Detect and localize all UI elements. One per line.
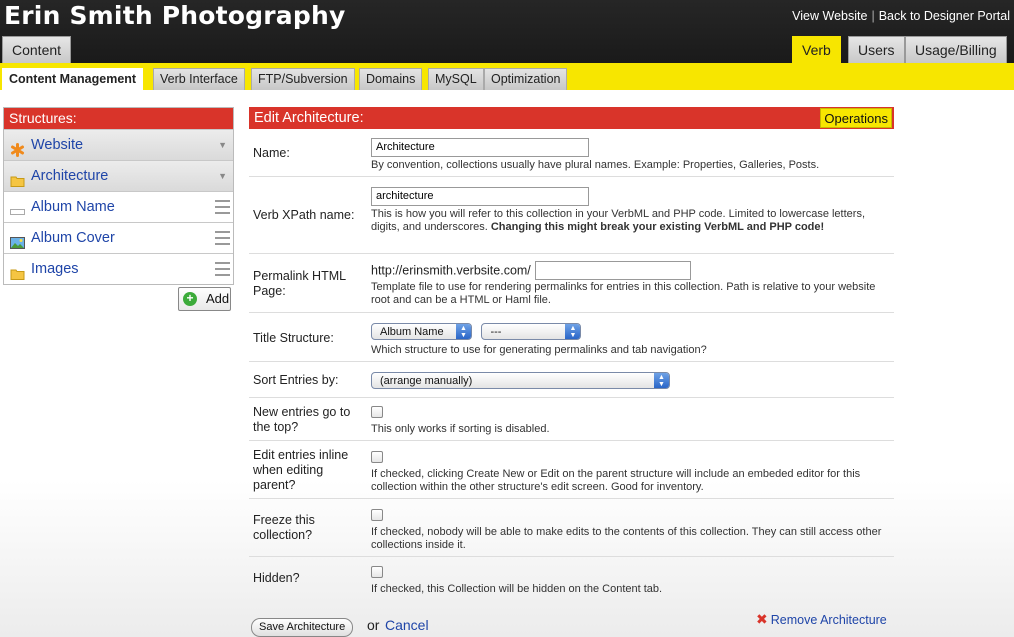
close-icon: ✖ <box>756 611 768 627</box>
save-button[interactable]: Save Architecture <box>251 618 354 637</box>
form-row-permalink: Permalink HTML Page: http://erinsmith.ve… <box>249 255 894 313</box>
link-separator: | <box>871 9 875 23</box>
form-row-inline-edit: Edit entries inline when editing parent?… <box>249 442 894 499</box>
structure-item-album-name[interactable]: Album Name <box>4 191 233 222</box>
permalink-prefix: http://erinsmith.verbsite.com/ <box>371 263 531 278</box>
title-structure-select-2[interactable]: --- ▲ ▼ <box>481 323 582 340</box>
folder-icon <box>10 262 25 280</box>
xpath-input[interactable] <box>371 186 589 206</box>
select-value: Album Name <box>380 326 444 338</box>
title-structure-label: Title Structure: <box>253 331 334 345</box>
inline-edit-checkbox[interactable] <box>371 451 383 463</box>
name-input[interactable] <box>371 137 589 157</box>
title-structure-select-1[interactable]: Album Name ▲ ▼ <box>371 323 472 340</box>
sort-label: Sort Entries by: <box>253 373 339 387</box>
subtab-domains[interactable]: Domains <box>359 68 423 90</box>
freeze-checkbox[interactable] <box>371 509 383 521</box>
name-help: By convention, collections usually have … <box>371 158 820 171</box>
header-links: View Website | Back to Designer Portal <box>792 9 1010 23</box>
form-row-name: Name: By convention, collections usually… <box>249 131 894 177</box>
drag-handle-icon[interactable] <box>215 262 230 276</box>
subtab-verb-interface[interactable]: Verb Interface <box>153 68 245 90</box>
structure-item-architecture[interactable]: Architecture ▼ <box>4 160 233 191</box>
chevron-down-icon[interactable]: ▼ <box>218 161 227 191</box>
sort-select[interactable]: (arrange manually) ▲ ▼ <box>371 372 670 389</box>
tab-content[interactable]: Content <box>2 36 72 63</box>
app-header: Erin Smith Photography View Website | Back… <box>0 0 1014 63</box>
xpath-label: Verb XPath name: <box>253 208 355 222</box>
tab-verb[interactable]: Verb <box>792 36 841 63</box>
name-label: Name: <box>253 146 290 160</box>
form-row-hidden: Hidden? If checked, this Collection will… <box>249 558 894 598</box>
plus-icon: + <box>183 292 197 306</box>
structure-label: Album Cover <box>31 230 115 246</box>
subtab-content-management[interactable]: Content Management <box>2 68 144 90</box>
select-arrows-icon: ▲ ▼ <box>654 373 669 388</box>
tab-usage-billing[interactable]: Usage/Billing <box>905 36 1007 63</box>
folder-icon <box>10 169 25 187</box>
add-label: Add <box>206 291 230 306</box>
panel-title: Edit Architecture: <box>254 110 364 126</box>
operations-button[interactable]: Operations <box>820 108 892 128</box>
structures-sidebar: Structures: Website ▼ Architecture ▼ Alb… <box>3 107 234 285</box>
chevron-down-icon[interactable]: ▼ <box>218 130 227 160</box>
structure-label: Architecture <box>31 168 109 184</box>
form-row-freeze: Freeze this collection? If checked, nobo… <box>249 500 894 557</box>
freeze-help: If checked, nobody will be able to make … <box>371 526 882 551</box>
hidden-help: If checked, this Collection will be hidd… <box>371 583 663 595</box>
inline-edit-help: If checked, clicking Create New or Edit … <box>371 468 861 493</box>
or-text: or <box>367 617 380 633</box>
site-title: Erin Smith Photography <box>4 1 346 30</box>
new-entries-top-checkbox[interactable] <box>371 406 383 418</box>
textfield-icon <box>10 200 25 215</box>
structure-label: Website <box>31 137 84 153</box>
xpath-warning: Changing this might break your existing … <box>490 220 825 233</box>
subtab-optimization[interactable]: Optimization <box>484 68 568 90</box>
sidebar-heading: Structures: <box>4 108 233 129</box>
xpath-help: This is how you will refer to this colle… <box>371 208 891 234</box>
inline-edit-label: Edit entries inline when editing parent? <box>253 448 349 492</box>
hidden-label: Hidden? <box>253 571 300 585</box>
select-value: (arrange manually) <box>380 375 473 387</box>
permalink-input[interactable] <box>535 261 692 280</box>
select-value: --- <box>490 326 502 338</box>
cancel-link[interactable]: Cancel <box>385 617 429 633</box>
structure-label: Images <box>31 261 79 277</box>
form-row-sort: Sort Entries by: (arrange manually) ▲ ▼ <box>249 363 894 398</box>
select-arrows-icon: ▲ ▼ <box>456 324 471 339</box>
subtab-mysql[interactable]: MySQL <box>428 68 484 90</box>
title-structure-help: Which structure to use for generating pe… <box>371 344 707 356</box>
tab-users[interactable]: Users <box>848 36 905 63</box>
drag-handle-icon[interactable] <box>215 231 230 245</box>
structure-item-website[interactable]: Website ▼ <box>4 129 233 160</box>
structure-item-images[interactable]: Images <box>4 253 233 284</box>
panel-heading: Edit Architecture: Operations <box>249 107 894 129</box>
back-to-designer-portal-link[interactable]: Back to Designer Portal <box>879 9 1010 23</box>
structure-item-album-cover[interactable]: Album Cover <box>4 222 233 253</box>
permalink-label: Permalink HTML Page: <box>253 269 346 298</box>
asterisk-icon <box>10 138 25 157</box>
select-arrows-icon: ▲ ▼ <box>565 324 581 339</box>
new-entries-top-help: This only works if sorting is disabled. <box>371 423 550 435</box>
structure-label: Album Name <box>31 199 115 215</box>
hidden-checkbox[interactable] <box>371 566 383 578</box>
view-website-link[interactable]: View Website <box>792 9 867 23</box>
form-row-new-entries-top: New entries go to the top? This only wor… <box>249 399 894 441</box>
permalink-help: Template file to use for rendering perma… <box>371 281 876 306</box>
form-row-title-structure: Title Structure: Album Name ▲ ▼ --- ▲ ▼ Whic… <box>249 314 894 362</box>
subtab-ftp-subversion[interactable]: FTP/Subversion <box>251 68 355 90</box>
remove-architecture-link[interactable]: ✖ Remove Architecture <box>756 611 887 628</box>
freeze-label: Freeze this collection? <box>253 513 315 542</box>
remove-label: Remove Architecture <box>770 613 887 627</box>
subnav-bar: Content Management Verb Interface FTP/Su… <box>0 63 1014 90</box>
add-structure-button[interactable]: + Add <box>178 287 231 311</box>
image-icon <box>10 231 25 249</box>
drag-handle-icon[interactable] <box>215 200 230 214</box>
form-row-xpath: Verb XPath name: This is how you will re… <box>249 178 894 254</box>
new-entries-top-label: New entries go to the top? <box>253 405 351 434</box>
